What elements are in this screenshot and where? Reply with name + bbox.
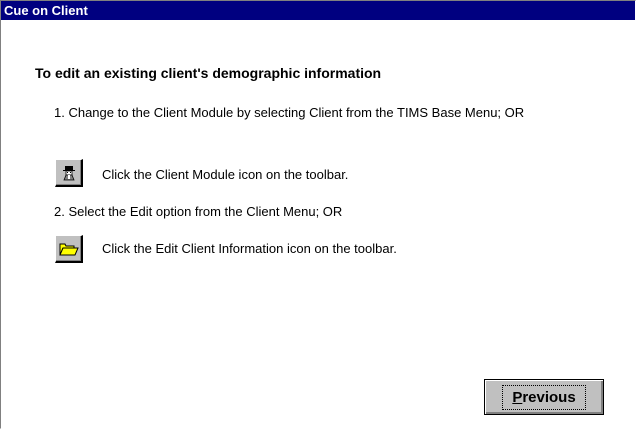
previous-label-rest: revious xyxy=(522,388,576,406)
previous-button-label: Previous xyxy=(502,384,586,410)
previous-button[interactable]: Previous xyxy=(484,379,604,415)
client-module-icon xyxy=(60,164,78,182)
step-1-text: 1. Change to the Client Module by select… xyxy=(54,105,525,120)
step-2-text: 2. Select the Edit option from the Clien… xyxy=(54,204,343,219)
client-module-icon-description: Click the Client Module icon on the tool… xyxy=(102,167,349,182)
edit-client-toolbar-button[interactable] xyxy=(55,235,83,263)
folder-open-icon xyxy=(58,241,79,257)
client-module-toolbar-button[interactable] xyxy=(55,159,83,187)
edit-client-icon-description: Click the Edit Client Information icon o… xyxy=(102,241,397,256)
previous-mnemonic: P xyxy=(512,388,523,406)
topic-heading: To edit an existing client's demographic… xyxy=(35,65,382,81)
window-title-bar: Cue on Client xyxy=(1,1,635,20)
help-window: Cue on Client To edit an existing client… xyxy=(0,0,636,429)
